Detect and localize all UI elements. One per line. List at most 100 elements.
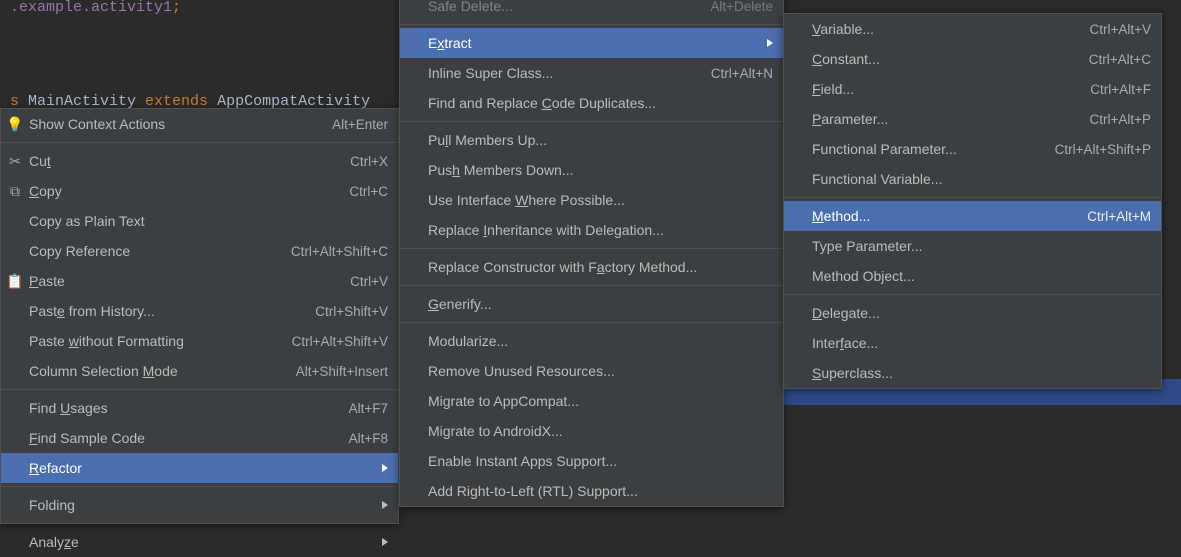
- menu-item-shortcut: Ctrl+C: [349, 184, 388, 199]
- menu-item-label: Interface...: [812, 335, 1151, 351]
- menu-item-migrate-appcompat[interactable]: Migrate to AppCompat...: [400, 386, 783, 416]
- submenu-arrow-icon: [382, 464, 388, 472]
- menu-item-label: Find Usages: [29, 400, 325, 416]
- menu-item-shortcut: Alt+Enter: [332, 117, 388, 132]
- menu-item-paste-without-formatting[interactable]: Paste without Formatting Ctrl+Alt+Shift+…: [1, 326, 398, 356]
- menu-separator: [1, 389, 398, 390]
- menu-item-paste-from-history[interactable]: Paste from History... Ctrl+Shift+V: [1, 296, 398, 326]
- menu-item-extract-method-object[interactable]: Method Object...: [784, 261, 1161, 291]
- menu-item-label: Find and Replace Code Duplicates...: [428, 95, 773, 111]
- menu-item-shortcut: Ctrl+Shift+V: [315, 304, 388, 319]
- menu-item-shortcut: Alt+Delete: [710, 0, 773, 14]
- menu-item-enable-instant-apps[interactable]: Enable Instant Apps Support...: [400, 446, 783, 476]
- menu-item-label: Copy: [29, 183, 325, 199]
- menu-item-modularize[interactable]: Modularize...: [400, 326, 783, 356]
- menu-item-label: Delegate...: [812, 305, 1151, 321]
- menu-item-shortcut: Ctrl+V: [350, 274, 388, 289]
- extract-submenu: Variable... Ctrl+Alt+V Constant... Ctrl+…: [783, 13, 1162, 389]
- menu-item-label: Type Parameter...: [812, 238, 1151, 254]
- menu-item-shortcut: Ctrl+Alt+Shift+P: [1055, 142, 1151, 157]
- menu-item-label: Inline Super Class...: [428, 65, 687, 81]
- submenu-arrow-icon: [382, 501, 388, 509]
- menu-item-label: Extract: [428, 35, 747, 51]
- menu-item-label: Show Context Actions: [29, 116, 308, 132]
- menu-item-extract-functional-variable[interactable]: Functional Variable...: [784, 164, 1161, 194]
- menu-item-use-interface-where-possible[interactable]: Use Interface Where Possible...: [400, 185, 783, 215]
- menu-item-shortcut: Ctrl+Alt+C: [1089, 52, 1151, 67]
- menu-item-label: Constant...: [812, 51, 1065, 67]
- menu-item-copy[interactable]: ⧉ Copy Ctrl+C: [1, 176, 398, 206]
- paste-icon: 📋: [7, 273, 23, 289]
- menu-item-shortcut: Alt+F8: [349, 431, 388, 446]
- menu-item-safe-delete[interactable]: Safe Delete... Alt+Delete: [400, 0, 783, 21]
- menu-item-label: Find Sample Code: [29, 430, 325, 446]
- menu-item-replace-constructor-factory[interactable]: Replace Constructor with Factory Method.…: [400, 252, 783, 282]
- menu-separator: [784, 197, 1161, 198]
- menu-item-label: Method Object...: [812, 268, 1151, 284]
- menu-item-inline-super-class[interactable]: Inline Super Class... Ctrl+Alt+N: [400, 58, 783, 88]
- menu-item-shortcut: Ctrl+Alt+V: [1089, 22, 1151, 37]
- menu-item-extract-delegate[interactable]: Delegate...: [784, 298, 1161, 328]
- menu-item-refactor[interactable]: Refactor: [1, 453, 398, 483]
- menu-item-label: Analyze: [29, 534, 362, 550]
- menu-item-extract-method[interactable]: Method... Ctrl+Alt+M: [784, 201, 1161, 231]
- menu-item-shortcut: Ctrl+Alt+M: [1087, 209, 1151, 224]
- menu-item-label: Use Interface Where Possible...: [428, 192, 773, 208]
- code-token: .example.activity1: [10, 0, 172, 16]
- menu-separator: [400, 285, 783, 286]
- menu-item-extract-variable[interactable]: Variable... Ctrl+Alt+V: [784, 14, 1161, 44]
- menu-separator: [1, 486, 398, 487]
- menu-item-push-members-down[interactable]: Push Members Down...: [400, 155, 783, 185]
- menu-item-extract-superclass[interactable]: Superclass...: [784, 358, 1161, 388]
- menu-item-label: Pull Members Up...: [428, 132, 773, 148]
- menu-item-extract-field[interactable]: Field... Ctrl+Alt+F: [784, 74, 1161, 104]
- menu-item-extract-parameter[interactable]: Parameter... Ctrl+Alt+P: [784, 104, 1161, 134]
- menu-item-cut[interactable]: ✂ Cut Ctrl+X: [1, 146, 398, 176]
- menu-item-find-code-duplicates[interactable]: Find and Replace Code Duplicates...: [400, 88, 783, 118]
- menu-item-paste[interactable]: 📋 Paste Ctrl+V: [1, 266, 398, 296]
- menu-item-shortcut: Alt+F7: [349, 401, 388, 416]
- menu-separator: [784, 294, 1161, 295]
- menu-item-show-context-actions[interactable]: 💡 Show Context Actions Alt+Enter: [1, 109, 398, 139]
- menu-item-folding[interactable]: Folding: [1, 490, 398, 520]
- menu-item-extract[interactable]: Extract: [400, 28, 783, 58]
- menu-item-label: Migrate to AndroidX...: [428, 423, 773, 439]
- menu-item-label: Method...: [812, 208, 1063, 224]
- menu-item-label: Copy Reference: [29, 243, 267, 259]
- menu-item-extract-type-parameter[interactable]: Type Parameter...: [784, 231, 1161, 261]
- menu-item-generify[interactable]: Generify...: [400, 289, 783, 319]
- menu-item-copy-reference[interactable]: Copy Reference Ctrl+Alt+Shift+C: [1, 236, 398, 266]
- menu-separator: [400, 322, 783, 323]
- menu-item-extract-functional-parameter[interactable]: Functional Parameter... Ctrl+Alt+Shift+P: [784, 134, 1161, 164]
- menu-item-shortcut: Ctrl+Alt+Shift+C: [291, 244, 388, 259]
- menu-item-extract-interface[interactable]: Interface...: [784, 328, 1161, 358]
- menu-item-label: Replace Constructor with Factory Method.…: [428, 259, 773, 275]
- copy-icon: ⧉: [7, 183, 23, 199]
- menu-item-analyze[interactable]: Analyze: [1, 527, 398, 557]
- menu-item-pull-members-up[interactable]: Pull Members Up...: [400, 125, 783, 155]
- menu-item-extract-constant[interactable]: Constant... Ctrl+Alt+C: [784, 44, 1161, 74]
- menu-item-label: Replace Inheritance with Delegation...: [428, 222, 773, 238]
- menu-item-shortcut: Ctrl+Alt+P: [1089, 112, 1151, 127]
- menu-item-label: Add Right-to-Left (RTL) Support...: [428, 483, 773, 499]
- menu-separator: [400, 24, 783, 25]
- menu-item-label: Field...: [812, 81, 1066, 97]
- menu-item-copy-plain-text[interactable]: Copy as Plain Text: [1, 206, 398, 236]
- menu-item-label: Parameter...: [812, 111, 1065, 127]
- menu-item-column-selection-mode[interactable]: Column Selection Mode Alt+Shift+Insert: [1, 356, 398, 386]
- menu-item-label: Modularize...: [428, 333, 773, 349]
- menu-item-migrate-androidx[interactable]: Migrate to AndroidX...: [400, 416, 783, 446]
- menu-item-label: Migrate to AppCompat...: [428, 393, 773, 409]
- refactor-submenu: Safe Delete... Alt+Delete Extract Inline…: [399, 0, 784, 507]
- menu-item-label: Folding: [29, 497, 362, 513]
- menu-item-add-rtl-support[interactable]: Add Right-to-Left (RTL) Support...: [400, 476, 783, 506]
- menu-item-replace-inheritance-delegation[interactable]: Replace Inheritance with Delegation...: [400, 215, 783, 245]
- menu-item-label: Enable Instant Apps Support...: [428, 453, 773, 469]
- menu-item-find-usages[interactable]: Find Usages Alt+F7: [1, 393, 398, 423]
- menu-item-find-sample-code[interactable]: Find Sample Code Alt+F8: [1, 423, 398, 453]
- code-token: ;: [172, 0, 181, 16]
- menu-item-label: Superclass...: [812, 365, 1151, 381]
- menu-item-remove-unused-resources[interactable]: Remove Unused Resources...: [400, 356, 783, 386]
- menu-item-label: Generify...: [428, 296, 773, 312]
- menu-item-label: Paste from History...: [29, 303, 291, 319]
